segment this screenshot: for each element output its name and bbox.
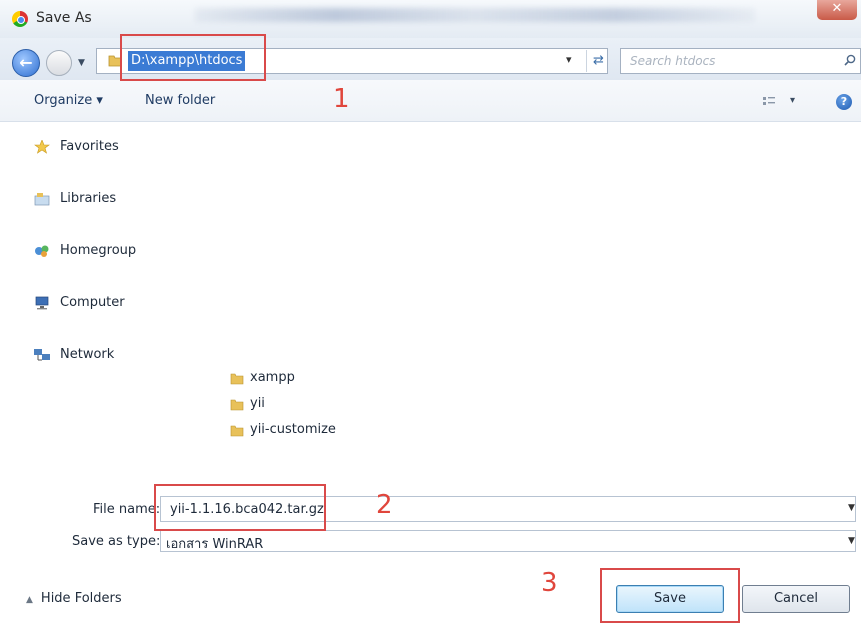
- new-folder-button[interactable]: New folder: [145, 93, 215, 108]
- homegroup-icon: [35, 245, 49, 257]
- libraries-icon: [34, 193, 50, 206]
- folder-label: xampp: [250, 370, 295, 385]
- title-bar: [0, 0, 861, 38]
- folder-icon: [230, 425, 244, 437]
- star-icon: [34, 140, 50, 154]
- annotation-number-2: 2: [376, 490, 393, 520]
- nav-item-label: Libraries: [60, 191, 117, 206]
- refresh-button[interactable]: ⇄: [586, 50, 610, 72]
- annotation-box-1: [120, 34, 266, 81]
- save-as-type-dropdown[interactable]: ▼: [848, 536, 855, 546]
- hide-folders-label: Hide Folders: [40, 591, 122, 606]
- cancel-button[interactable]: Cancel: [742, 585, 850, 613]
- folder-label: yii-customize: [250, 422, 336, 437]
- search-input[interactable]: [630, 52, 830, 70]
- computer-icon: [35, 296, 49, 310]
- search-icon[interactable]: [844, 54, 856, 66]
- annotation-box-2: [154, 484, 326, 531]
- recent-locations-dropdown[interactable]: ▼: [78, 58, 85, 68]
- nav-item-label: Homegroup: [60, 243, 137, 258]
- hide-folders-toggle[interactable]: ▲ Hide Folders: [26, 591, 122, 606]
- close-button[interactable]: ✕: [817, 0, 857, 20]
- save-as-type-select[interactable]: [160, 530, 856, 552]
- folder-icon: [230, 373, 244, 385]
- annotation-number-1: 1: [333, 84, 350, 114]
- file-name-dropdown[interactable]: ▼: [848, 503, 855, 513]
- collapse-arrow-icon: ▲: [26, 595, 33, 605]
- forward-button[interactable]: [46, 50, 72, 76]
- change-view-icon[interactable]: [762, 96, 776, 108]
- annotation-box-3: [600, 568, 740, 623]
- nav-item-label: Computer: [60, 295, 125, 310]
- view-dropdown[interactable]: ▾: [790, 95, 795, 106]
- window-title: Save As: [36, 10, 92, 26]
- chrome-icon: [12, 11, 28, 27]
- nav-item-label: Network: [60, 347, 115, 362]
- address-dropdown[interactable]: ▾: [566, 53, 572, 66]
- organize-button[interactable]: Organize ▾: [34, 93, 103, 108]
- help-icon[interactable]: ?: [836, 94, 852, 110]
- folder-label: yii: [250, 396, 265, 411]
- save-as-type-label: Save as type:: [72, 534, 161, 549]
- command-bar: [0, 80, 861, 122]
- annotation-number-3: 3: [541, 568, 558, 598]
- file-name-label: File name:: [93, 502, 161, 517]
- back-button[interactable]: ←: [12, 49, 40, 77]
- folder-icon: [230, 399, 244, 411]
- blurred-title-region: [195, 8, 755, 22]
- network-icon: [34, 349, 50, 361]
- save-as-type-value[interactable]: เอกสาร WinRAR: [166, 533, 263, 554]
- nav-item-label: Favorites: [60, 139, 119, 154]
